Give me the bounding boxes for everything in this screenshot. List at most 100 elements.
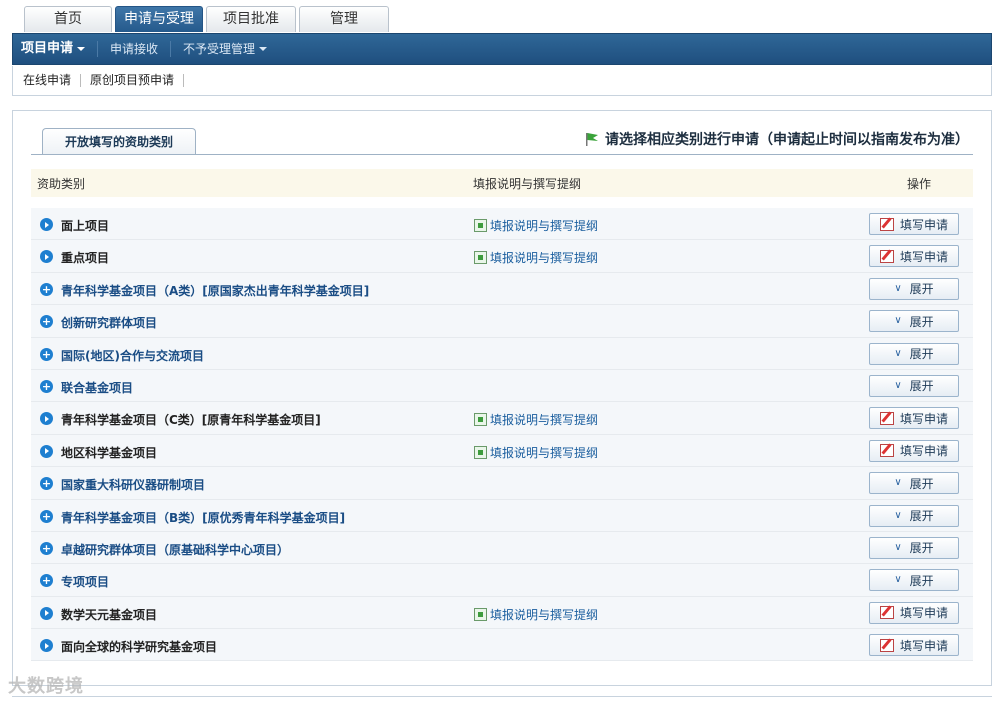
plus-circle-icon: +	[40, 282, 53, 296]
arrow-circle-icon	[40, 412, 53, 426]
button-label: 展开	[909, 282, 934, 297]
chevron-double-down-icon: ∨	[894, 477, 902, 489]
tab-home[interactable]: 首页	[24, 6, 112, 32]
guide-link-label: 填报说明与撰写提纲	[490, 251, 599, 266]
category-name: 数学天元基金项目	[61, 607, 158, 622]
button-label: 填写申请	[899, 606, 948, 621]
edit-icon	[879, 606, 894, 620]
button-label: 填写申请	[899, 217, 948, 232]
edit-icon	[879, 249, 894, 263]
guide-link-label: 填报说明与撰写提纲	[490, 445, 599, 460]
guide-link[interactable]: 填报说明与撰写提纲	[474, 217, 598, 234]
caret-down-icon	[77, 47, 86, 51]
category-name[interactable]: 创新研究群体项目	[61, 314, 157, 331]
flag-icon	[586, 133, 598, 146]
nav-reject-manage-label: 不予受理管理	[183, 42, 256, 56]
plus-circle-icon: +	[40, 347, 53, 361]
arrow-circle-icon	[40, 444, 53, 458]
funding-category-panel: 开放填写的资助类别 请选择相应类别进行申请（申请起止时间以指南发布为准） 资助类…	[12, 110, 992, 686]
table-row: + 国家重大科研仪器研制项目 ∨ 展开	[31, 467, 973, 500]
button-label: 填写申请	[899, 411, 948, 426]
nav-apply-receive[interactable]: 申请接收	[98, 41, 172, 57]
plus-circle-icon: +	[40, 574, 53, 588]
table-row: 面向全球的科学研究基金项目 填写申请	[31, 629, 973, 662]
panel-divider	[31, 154, 973, 155]
button-label: 填写申请	[899, 638, 948, 653]
sub-nav: 在线申请 原创项目预申请	[12, 66, 992, 96]
guide-link[interactable]: 填报说明与撰写提纲	[474, 411, 598, 428]
expand-button[interactable]: ∨ 展开	[869, 569, 959, 592]
edit-icon	[879, 444, 894, 458]
col-header-action: 操作	[907, 176, 932, 191]
table-row: 青年科学基金项目（C类）[原青年科学基金项目] 填报说明与撰写提纲 填写申请	[31, 402, 973, 435]
chevron-double-down-icon: ∨	[894, 509, 902, 521]
guide-link[interactable]: 填报说明与撰写提纲	[474, 444, 598, 461]
chevron-double-down-icon: ∨	[894, 574, 902, 586]
category-name[interactable]: 联合基金项目	[61, 379, 133, 396]
fill-apply-button[interactable]: 填写申请	[869, 245, 959, 268]
guide-link-label: 填报说明与撰写提纲	[490, 219, 599, 233]
nav-reject-manage[interactable]: 不予受理管理	[171, 41, 279, 57]
document-icon	[474, 445, 487, 459]
fill-apply-button[interactable]: 填写申请	[869, 213, 959, 235]
panel-tab-open-categories[interactable]: 开放填写的资助类别	[42, 128, 196, 155]
expand-button[interactable]: ∨ 展开	[869, 342, 959, 365]
caret-down-icon	[259, 47, 268, 51]
category-name[interactable]: 国际(地区)合作与交流项目	[61, 347, 204, 364]
edit-icon	[879, 638, 894, 652]
expand-button[interactable]: ∨ 展开	[869, 310, 959, 333]
chevron-double-down-icon: ∨	[894, 541, 902, 553]
button-label: 展开	[909, 314, 934, 329]
fill-apply-button[interactable]: 填写申请	[869, 439, 959, 462]
expand-button[interactable]: ∨ 展开	[869, 277, 959, 300]
button-label: 展开	[909, 541, 934, 556]
chevron-double-down-icon: ∨	[894, 347, 902, 359]
notice-text: 请选择相应类别进行申请（申请起止时间以指南发布为准）	[605, 132, 969, 148]
sub-nav-original-preapply[interactable]: 原创项目预申请	[81, 74, 185, 87]
category-name[interactable]: 国家重大科研仪器研制项目	[61, 476, 205, 493]
arrow-circle-icon	[40, 250, 53, 264]
guide-link[interactable]: 填报说明与撰写提纲	[474, 249, 598, 266]
category-name: 面上项目	[61, 219, 110, 233]
table-row: + 国际(地区)合作与交流项目 ∨ 展开	[31, 337, 973, 370]
tab-apply-accept[interactable]: 申请与受理	[115, 6, 203, 32]
table-row: 地区科学基金项目 填报说明与撰写提纲 填写申请	[31, 434, 973, 468]
fill-apply-button[interactable]: 填写申请	[869, 407, 959, 430]
plus-circle-icon: +	[40, 509, 53, 523]
fill-apply-button[interactable]: 填写申请	[869, 601, 959, 624]
guide-link[interactable]: 填报说明与撰写提纲	[474, 606, 598, 623]
tab-manage[interactable]: 管理	[299, 6, 389, 32]
page-divider	[12, 696, 992, 697]
button-label: 展开	[909, 573, 934, 588]
button-label: 展开	[909, 509, 934, 524]
chevron-double-down-icon: ∨	[894, 315, 902, 327]
plus-circle-icon: +	[40, 541, 53, 555]
category-name: 重点项目	[61, 251, 110, 266]
table-row: + 创新研究群体项目 ∨ 展开	[31, 305, 973, 338]
category-name[interactable]: 卓越研究群体项目（原基础科学中心项目）	[61, 541, 289, 558]
category-name: 地区科学基金项目	[61, 445, 158, 460]
expand-button[interactable]: ∨ 展开	[869, 472, 959, 495]
expand-button[interactable]: ∨ 展开	[869, 504, 959, 527]
chevron-double-down-icon: ∨	[894, 282, 902, 294]
primary-nav: 项目申请 申请接收 不予受理管理	[12, 33, 992, 65]
table-row: + 青年科学基金项目（A类）[原国家杰出青年科学基金项目] ∨ 展开	[31, 272, 973, 306]
expand-button[interactable]: ∨ 展开	[869, 536, 959, 559]
table-header: 资助类别 填报说明与撰写提纲 操作	[31, 169, 973, 197]
edit-icon	[879, 411, 894, 425]
nav-project-apply[interactable]: 项目申请	[13, 41, 99, 57]
sub-nav-online-apply[interactable]: 在线申请	[13, 74, 82, 87]
expand-button[interactable]: ∨ 展开	[869, 374, 959, 397]
category-name[interactable]: 专项项目	[61, 573, 109, 590]
table-row: 数学天元基金项目 填报说明与撰写提纲 填写申请	[31, 596, 973, 630]
category-name[interactable]: 青年科学基金项目（A类）[原国家杰出青年科学基金项目]	[61, 282, 369, 299]
fill-apply-button[interactable]: 填写申请	[869, 634, 959, 657]
category-name[interactable]: 青年科学基金项目（B类）[原优秀青年科学基金项目]	[61, 509, 345, 526]
col-header-guide: 填报说明与撰写提纲	[473, 176, 582, 191]
watermark: 大数跨境	[8, 676, 84, 697]
guide-link-label: 填报说明与撰写提纲	[490, 607, 599, 622]
nav-apply-receive-label: 申请接收	[110, 42, 159, 56]
table-row: + 联合基金项目 ∨ 展开	[31, 369, 973, 403]
document-icon	[474, 251, 487, 265]
tab-project-approval[interactable]: 项目批准	[206, 6, 296, 32]
